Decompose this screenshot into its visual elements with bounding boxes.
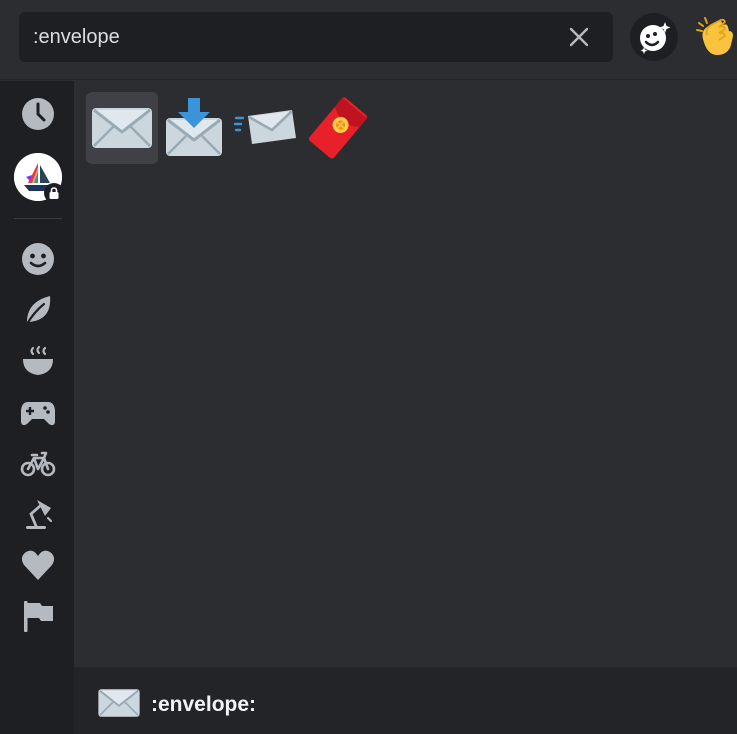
smiley-icon [20,241,56,281]
nature-category[interactable] [17,291,59,333]
clock-icon [20,96,56,136]
inspector-emoji-name: :envelope: [151,693,257,716]
people-category[interactable] [17,240,59,282]
symbols-category[interactable] [17,546,59,588]
lock-icon [44,183,64,203]
emoji-results [74,81,737,667]
search-box[interactable]: :envelope [19,12,613,62]
emoji-incoming-envelope[interactable] [230,92,302,164]
search-input[interactable]: :envelope [33,12,120,62]
rail-divider [14,218,62,219]
server-avatar[interactable] [14,153,64,203]
gamepad-icon [20,394,56,434]
clapping-hands-icon[interactable] [693,13,737,61]
bicycle-icon [20,445,56,485]
emoji-envelope[interactable] [86,92,158,164]
close-icon[interactable] [567,25,591,49]
heart-icon [20,547,56,587]
travel-category[interactable] [17,444,59,486]
emoji-inspector: :envelope: [74,667,737,734]
lamp-icon [20,496,56,536]
leaf-icon [20,292,56,332]
picker-header: :envelope [0,0,737,80]
activity-category[interactable] [17,393,59,435]
objects-category[interactable] [17,495,59,537]
category-rail [0,81,74,734]
emoji-red-envelope[interactable] [302,92,374,164]
food-bowl-icon [20,343,56,383]
diversity-icon[interactable] [630,13,678,61]
emoji-picker: :envelope:envelope: [0,0,737,734]
flags-category[interactable] [17,597,59,639]
flag-icon [20,598,56,638]
emoji-envelope-with-arrow[interactable] [158,92,230,164]
food-category[interactable] [17,342,59,384]
inspector-envelope-icon [97,686,141,720]
recent-category[interactable] [17,95,59,137]
